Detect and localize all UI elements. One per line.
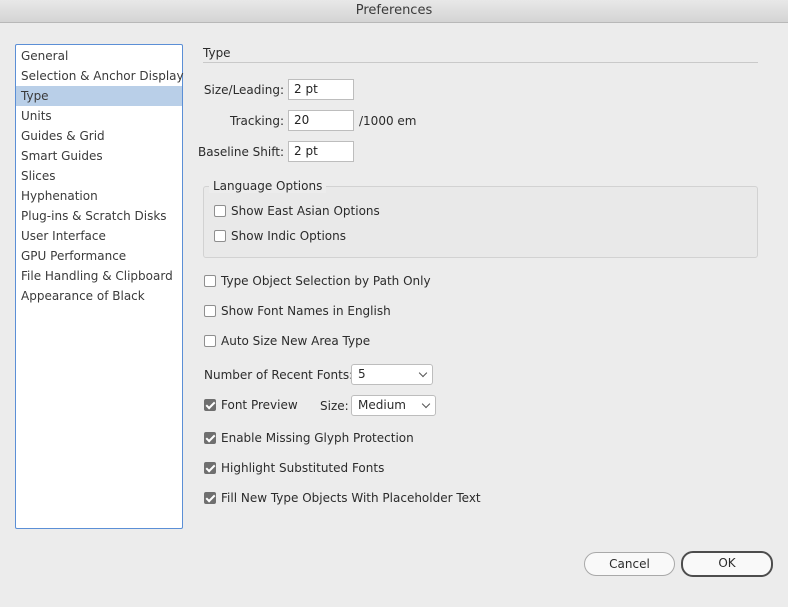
size-leading-input[interactable]: 2 pt <box>288 79 354 100</box>
font-preview-size-select[interactable]: Medium <box>351 395 436 416</box>
font-preview-size-label: Size: <box>320 399 349 413</box>
sidebar-item-appearance-of-black[interactable]: Appearance of Black <box>16 286 182 306</box>
category-list[interactable]: General Selection & Anchor Display Type … <box>15 44 184 529</box>
tracking-label: Tracking: <box>230 114 284 128</box>
highlight-substituted-label[interactable]: Highlight Substituted Fonts <box>221 461 384 475</box>
indic-checkbox[interactable] <box>214 230 226 242</box>
sidebar-item-units[interactable]: Units <box>16 106 182 126</box>
sidebar-item-file-handling-clipboard[interactable]: File Handling & Clipboard <box>16 266 182 286</box>
recent-fonts-value: 5 <box>358 367 366 381</box>
sidebar-item-gpu-performance[interactable]: GPU Performance <box>16 246 182 266</box>
sidebar-item-user-interface[interactable]: User Interface <box>16 226 182 246</box>
tracking-input[interactable]: 20 <box>288 110 354 131</box>
font-preview-size-value: Medium <box>358 398 406 412</box>
sidebar-item-general[interactable]: General <box>16 46 182 66</box>
size-leading-label: Size/Leading: <box>203 83 284 97</box>
placeholder-text-label[interactable]: Fill New Type Objects With Placeholder T… <box>221 491 481 505</box>
path-only-label[interactable]: Type Object Selection by Path Only <box>221 274 431 288</box>
highlight-substituted-checkbox[interactable] <box>204 462 216 474</box>
east-asian-label[interactable]: Show East Asian Options <box>231 204 380 218</box>
language-options-title: Language Options <box>209 179 327 193</box>
section-title: Type <box>203 46 231 60</box>
section-divider <box>203 62 758 63</box>
auto-size-checkbox[interactable] <box>204 335 216 347</box>
east-asian-checkbox[interactable] <box>214 205 226 217</box>
sidebar-item-selection-anchor-display[interactable]: Selection & Anchor Display <box>16 66 184 86</box>
path-only-checkbox[interactable] <box>204 275 216 287</box>
sidebar-item-hyphenation[interactable]: Hyphenation <box>16 186 182 206</box>
placeholder-text-checkbox[interactable] <box>204 492 216 504</box>
auto-size-label[interactable]: Auto Size New Area Type <box>221 334 370 348</box>
baseline-shift-label: Baseline Shift: <box>197 145 284 159</box>
chevron-down-icon <box>421 399 431 409</box>
missing-glyph-label[interactable]: Enable Missing Glyph Protection <box>221 431 414 445</box>
recent-fonts-label: Number of Recent Fonts: <box>204 368 354 382</box>
cancel-button[interactable]: Cancel <box>584 552 675 576</box>
sidebar-item-plugins-scratch-disks[interactable]: Plug-ins & Scratch Disks <box>16 206 182 226</box>
window-title: Preferences <box>0 0 788 23</box>
recent-fonts-select[interactable]: 5 <box>351 364 433 385</box>
indic-label[interactable]: Show Indic Options <box>231 229 346 243</box>
font-names-english-label[interactable]: Show Font Names in English <box>221 304 391 318</box>
font-preview-checkbox[interactable] <box>204 399 216 411</box>
baseline-shift-input[interactable]: 2 pt <box>288 141 354 162</box>
font-names-english-checkbox[interactable] <box>204 305 216 317</box>
missing-glyph-checkbox[interactable] <box>204 432 216 444</box>
sidebar-item-slices[interactable]: Slices <box>16 166 182 186</box>
font-preview-label[interactable]: Font Preview <box>221 398 298 412</box>
tracking-unit: /1000 em <box>359 114 417 128</box>
sidebar-item-type[interactable]: Type <box>16 86 182 106</box>
ok-button[interactable]: OK <box>681 551 773 577</box>
sidebar-item-guides-grid[interactable]: Guides & Grid <box>16 126 182 146</box>
language-options-group <box>203 186 758 258</box>
sidebar-item-smart-guides[interactable]: Smart Guides <box>16 146 182 166</box>
chevron-down-icon <box>418 368 428 378</box>
